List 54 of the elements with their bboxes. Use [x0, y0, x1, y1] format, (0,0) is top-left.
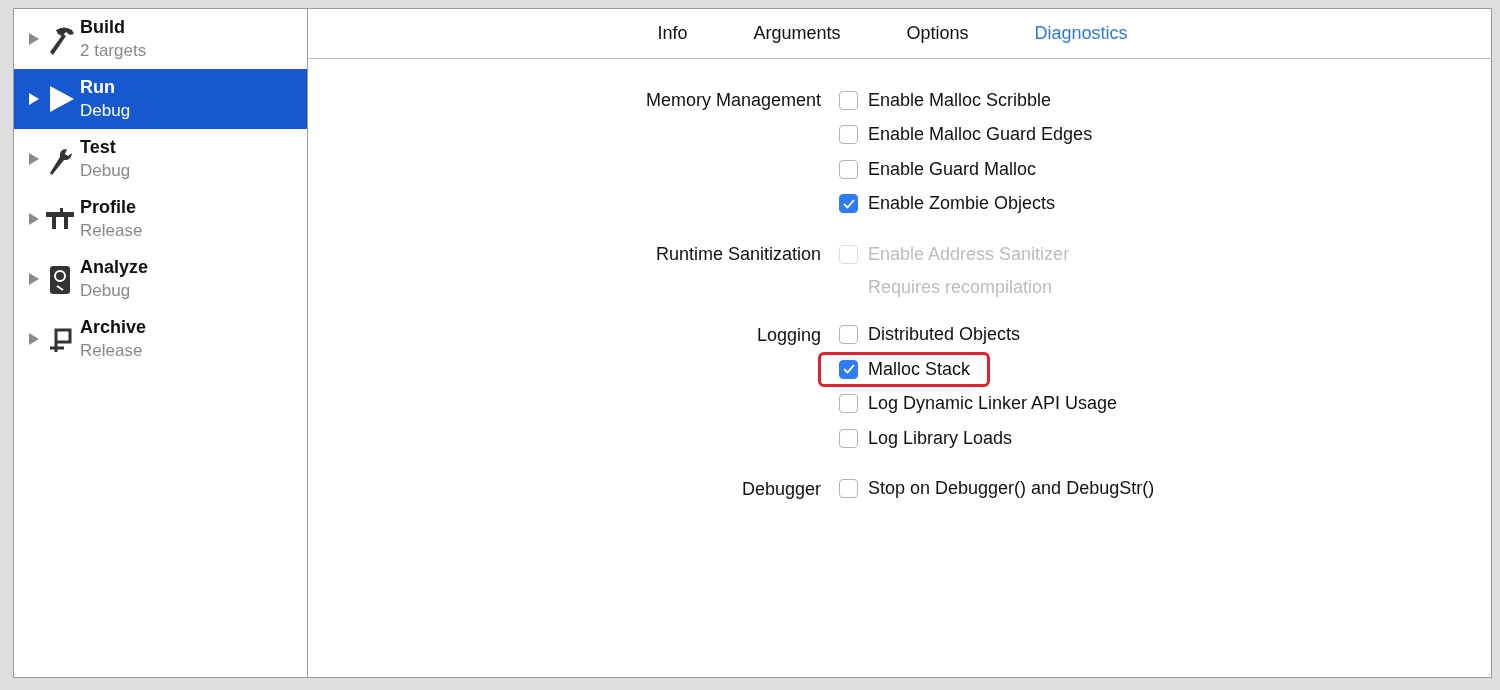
action-title: Build — [80, 16, 126, 39]
scheme-action-item[interactable]: Test Debug — [14, 129, 307, 189]
scheme-action-item[interactable]: Build 2 targets — [14, 9, 307, 69]
disclosure-triangle-icon[interactable] — [28, 92, 40, 106]
option-note: Requires recompilation — [867, 275, 1053, 299]
checkbox[interactable] — [839, 194, 858, 214]
checkbox-label: Distributed Objects — [868, 324, 1021, 346]
checkbox[interactable] — [839, 359, 858, 379]
checkbox-label: Log Dynamic Linker API Usage — [868, 393, 1118, 415]
checkbox-label: Log Library Loads — [868, 427, 1013, 449]
section-label: Logging — [756, 323, 821, 347]
checkbox[interactable] — [839, 325, 858, 345]
scheme-action-item[interactable]: Run Debug — [14, 69, 307, 129]
tab[interactable]: Diagnostics — [1034, 23, 1128, 44]
action-title: Profile — [80, 196, 137, 219]
disclosure-triangle-icon[interactable] — [28, 272, 40, 286]
checkbox[interactable] — [839, 90, 858, 110]
action-subtitle: 2 targets — [80, 40, 147, 62]
section-label: Runtime Sanitization — [655, 243, 821, 266]
action-subtitle: Debug — [80, 160, 131, 182]
disclosure-triangle-icon[interactable] — [28, 152, 40, 166]
disclosure-triangle-icon[interactable] — [28, 32, 40, 46]
checkbox[interactable] — [839, 394, 858, 414]
checkmark-icon — [842, 364, 855, 375]
disclosure-triangle-icon[interactable] — [28, 212, 40, 226]
tab[interactable]: Info — [657, 23, 688, 44]
action-title: Run — [80, 76, 116, 99]
checkbox-label: Enable Address Sanitizer — [868, 243, 1070, 265]
action-subtitle: Release — [80, 340, 144, 362]
action-subtitle: Debug — [80, 280, 132, 302]
checkbox[interactable] — [839, 479, 858, 499]
tab[interactable]: Options — [906, 23, 969, 44]
checkbox[interactable] — [839, 159, 858, 179]
tab[interactable]: Arguments — [753, 23, 841, 44]
action-title: Archive — [80, 316, 147, 339]
checkbox-label: Enable Malloc Scribble — [868, 89, 1052, 111]
action-subtitle: Release — [80, 220, 143, 242]
checkmark-icon — [842, 198, 855, 209]
checkbox-label: Enable Malloc Guard Edges — [868, 124, 1093, 146]
section-label: Memory Management — [645, 89, 821, 112]
action-subtitle: Debug — [80, 100, 131, 122]
checkbox-label: Malloc Stack — [868, 358, 971, 380]
action-title: Test — [80, 136, 117, 159]
section-label: Debugger — [741, 477, 821, 501]
checkbox-label: Enable Zombie Objects — [868, 193, 1056, 215]
scheme-action-item[interactable]: Analyze Debug — [14, 249, 307, 309]
checkbox-label: Enable Guard Malloc — [868, 158, 1037, 180]
scheme-action-item[interactable]: Archive Release — [14, 309, 307, 369]
action-title: Analyze — [80, 256, 149, 279]
checkbox-label: Stop on Debugger() and DebugStr() — [868, 478, 1155, 500]
checkbox[interactable] — [839, 125, 858, 145]
scheme-action-item[interactable]: Profile Release — [14, 189, 307, 249]
disclosure-triangle-icon[interactable] — [28, 332, 40, 346]
checkbox[interactable] — [839, 428, 858, 448]
